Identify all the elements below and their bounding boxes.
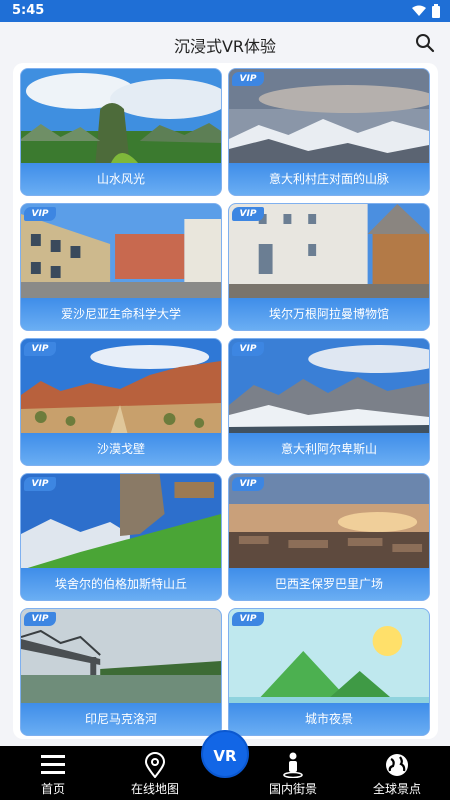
app-bar: 沉浸式VR体验 bbox=[0, 22, 450, 64]
scene-card[interactable]: VIP 巴西圣保罗巴里广场 bbox=[228, 473, 430, 601]
nav-street[interactable]: 国内街景 bbox=[248, 746, 338, 800]
scene-grid: 山水风光 VIP 意大利村庄对面的山脉 VIP 爱沙尼亚生命科学大学 VIP 埃… bbox=[13, 63, 438, 739]
scene-thumbnail bbox=[21, 69, 221, 165]
scene-card[interactable]: VIP 沙漠戈壁 bbox=[20, 338, 222, 466]
scene-title: 埃舍尔的伯格加斯特山丘 bbox=[21, 568, 221, 600]
nav-home-label: 首页 bbox=[40, 782, 65, 796]
nav-map[interactable]: 在线地图 bbox=[110, 746, 200, 800]
nav-street-label: 国内街景 bbox=[268, 782, 317, 796]
scene-title: 埃尔万根阿拉曼博物馆 bbox=[229, 298, 429, 330]
vip-badge: VIP bbox=[24, 477, 56, 491]
nav-global[interactable]: 全球景点 bbox=[352, 746, 442, 800]
vip-badge: VIP bbox=[232, 612, 264, 626]
scene-title: 沙漠戈壁 bbox=[21, 433, 221, 465]
wifi-icon bbox=[412, 5, 426, 16]
vr-button[interactable]: VR bbox=[201, 730, 249, 778]
scene-title: 城市夜景 bbox=[229, 703, 429, 735]
search-icon bbox=[416, 34, 435, 53]
vip-badge: VIP bbox=[24, 342, 56, 356]
vip-badge: VIP bbox=[232, 342, 264, 356]
scene-title: 意大利阿尔卑斯山 bbox=[229, 433, 429, 465]
scene-card[interactable]: VIP 爱沙尼亚生命科学大学 bbox=[20, 203, 222, 331]
scene-card[interactable]: VIP 印尼马克洛河 bbox=[20, 608, 222, 736]
vip-badge: VIP bbox=[232, 477, 264, 491]
status-bar: 5:45 bbox=[0, 0, 450, 22]
menu-icon bbox=[41, 755, 65, 774]
globe-icon bbox=[386, 754, 408, 776]
vip-badge: VIP bbox=[24, 207, 56, 221]
scene-title: 印尼马克洛河 bbox=[21, 703, 221, 735]
nav-home[interactable]: 首页 bbox=[8, 746, 98, 800]
nav-global-label: 全球景点 bbox=[372, 782, 421, 796]
street-view-icon bbox=[283, 752, 303, 778]
scene-card[interactable]: VIP 意大利村庄对面的山脉 bbox=[228, 68, 430, 196]
scene-title: 爱沙尼亚生命科学大学 bbox=[21, 298, 221, 330]
status-time: 5:45 bbox=[12, 3, 45, 18]
scene-title: 山水风光 bbox=[21, 163, 221, 195]
page-title: 沉浸式VR体验 bbox=[173, 37, 277, 56]
scene-card[interactable]: VIP 埃舍尔的伯格加斯特山丘 bbox=[20, 473, 222, 601]
search-button[interactable] bbox=[414, 32, 436, 54]
vip-badge: VIP bbox=[232, 72, 264, 86]
nav-map-label: 在线地图 bbox=[130, 782, 179, 796]
battery-icon bbox=[432, 4, 440, 18]
location-pin-icon bbox=[144, 752, 166, 778]
scene-card[interactable]: VIP 城市夜景 bbox=[228, 608, 430, 736]
vip-badge: VIP bbox=[232, 207, 264, 221]
vip-badge: VIP bbox=[24, 612, 56, 626]
scene-title: 巴西圣保罗巴里广场 bbox=[229, 568, 429, 600]
scene-card[interactable]: VIP 埃尔万根阿拉曼博物馆 bbox=[228, 203, 430, 331]
status-icons bbox=[412, 4, 440, 18]
scene-card[interactable]: VIP 意大利阿尔卑斯山 bbox=[228, 338, 430, 466]
scene-card[interactable]: 山水风光 bbox=[20, 68, 222, 196]
scene-title: 意大利村庄对面的山脉 bbox=[229, 163, 429, 195]
